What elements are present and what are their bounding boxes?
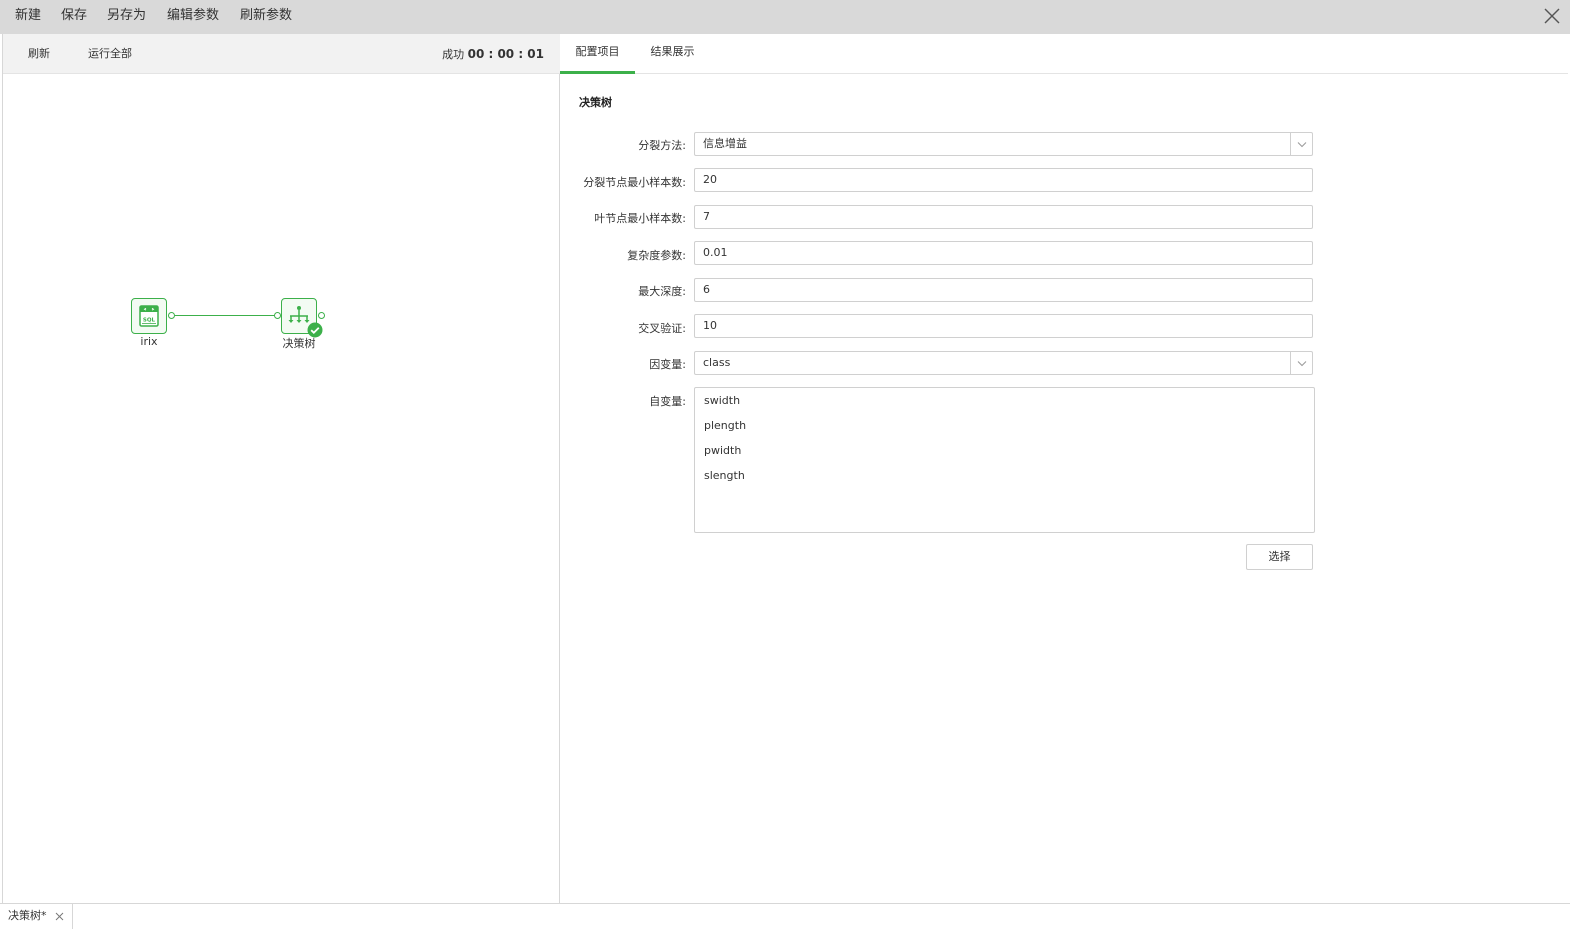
list-item[interactable]: swidth bbox=[704, 394, 740, 407]
refresh-button[interactable]: 刷新 bbox=[28, 34, 50, 74]
list-item[interactable]: slength bbox=[704, 469, 745, 482]
tab-config[interactable]: 配置项目 bbox=[560, 34, 635, 74]
menu-edit-params[interactable]: 编辑参数 bbox=[167, 0, 219, 34]
top-menu-bar: 新建 保存 另存为 编辑参数 刷新参数 bbox=[0, 0, 1570, 34]
workflow-panel: 刷新 运行全部 成功 00 : 00 : 01 SQL irix 决策树 bbox=[2, 34, 560, 903]
chevron-down-icon[interactable] bbox=[1290, 133, 1312, 155]
document-tab-label: 决策树* bbox=[8, 909, 47, 922]
list-item[interactable]: pwidth bbox=[704, 444, 741, 457]
status-text: 成功 bbox=[442, 48, 465, 61]
node-output-port[interactable] bbox=[318, 312, 325, 319]
node-input-port[interactable] bbox=[274, 312, 281, 319]
dependent-var-value: class bbox=[703, 356, 731, 369]
independent-vars-label: 自变量: bbox=[649, 395, 686, 408]
independent-vars-list[interactable]: swidth plength pwidth slength bbox=[694, 387, 1315, 533]
dependent-var-label: 因变量: bbox=[649, 358, 686, 371]
split-method-value: 信息增益 bbox=[703, 137, 747, 150]
node-label-irix: irix bbox=[140, 335, 158, 348]
cross-validation-label: 交叉验证: bbox=[638, 322, 686, 335]
run-timer: 00 : 00 : 01 bbox=[467, 47, 544, 61]
tab-results[interactable]: 结果展示 bbox=[640, 34, 705, 74]
config-panel: 配置项目 结果展示 决策树 分裂方法: 信息增益 分裂节点最小样本数: 20 叶… bbox=[560, 34, 1568, 903]
workflow-toolbar: 刷新 运行全部 成功 00 : 00 : 01 bbox=[3, 34, 560, 74]
menu-save-as[interactable]: 另存为 bbox=[107, 0, 146, 34]
menu-new[interactable]: 新建 bbox=[15, 0, 41, 34]
sql-database-icon: SQL bbox=[139, 305, 159, 327]
chevron-down-icon[interactable] bbox=[1290, 352, 1312, 374]
workflow-node-irix[interactable]: SQL bbox=[131, 298, 167, 334]
min-leaf-samples-label: 叶节点最小样本数: bbox=[594, 212, 686, 225]
node-label-decision-tree: 决策树 bbox=[282, 337, 316, 350]
complexity-label: 复杂度参数: bbox=[627, 249, 686, 262]
run-all-button[interactable]: 运行全部 bbox=[88, 34, 132, 74]
close-icon[interactable] bbox=[1542, 6, 1562, 26]
max-depth-input[interactable]: 6 bbox=[694, 278, 1313, 302]
min-split-samples-input[interactable]: 20 bbox=[694, 168, 1313, 192]
max-depth-label: 最大深度: bbox=[638, 285, 686, 298]
dependent-var-select[interactable]: class bbox=[694, 351, 1313, 375]
min-leaf-samples-input[interactable]: 7 bbox=[694, 205, 1313, 229]
workflow-canvas[interactable]: SQL irix 决策树 bbox=[3, 74, 560, 903]
menu-save[interactable]: 保存 bbox=[61, 0, 87, 34]
svg-text:SQL: SQL bbox=[143, 318, 156, 324]
document-tab[interactable]: 决策树* bbox=[0, 904, 73, 929]
list-item[interactable]: plength bbox=[704, 419, 746, 432]
split-method-label: 分裂方法: bbox=[638, 139, 686, 152]
config-tabs: 配置项目 结果展示 bbox=[560, 34, 1568, 74]
cross-validation-input[interactable]: 10 bbox=[694, 314, 1313, 338]
select-variables-button[interactable]: 选择 bbox=[1246, 544, 1313, 570]
workflow-edge bbox=[175, 315, 278, 316]
document-tab-bar: 决策树* bbox=[0, 903, 1570, 929]
close-icon[interactable] bbox=[55, 912, 64, 921]
min-split-samples-label: 分裂节点最小样本数: bbox=[583, 176, 686, 189]
split-method-select[interactable]: 信息增益 bbox=[694, 132, 1313, 156]
run-status: 成功 00 : 00 : 01 bbox=[442, 34, 544, 74]
menu-refresh-params[interactable]: 刷新参数 bbox=[240, 0, 292, 34]
node-output-port[interactable] bbox=[168, 312, 175, 319]
form-title: 决策树 bbox=[579, 96, 612, 109]
complexity-input[interactable]: 0.01 bbox=[694, 241, 1313, 265]
